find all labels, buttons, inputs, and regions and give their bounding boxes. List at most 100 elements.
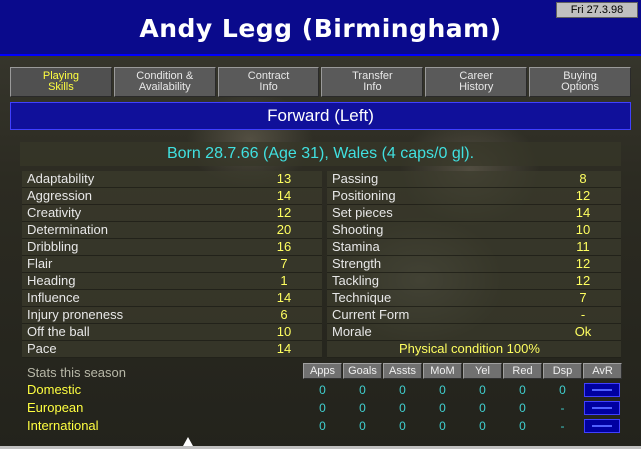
tab-bar: Playing Skills Condition & Availability … xyxy=(10,67,631,97)
stat-value: 0 xyxy=(399,419,406,433)
player-bio: Born 28.7.66 (Age 31), Wales (4 caps/0 g… xyxy=(20,142,621,166)
attribute-name: Aggression xyxy=(27,188,93,203)
stats-col-goals[interactable]: Goals xyxy=(343,363,382,379)
tab-label-line2: History xyxy=(459,81,494,93)
attribute-value: 12 xyxy=(276,205,292,220)
stat-value: 0 xyxy=(439,383,446,397)
stats-col-assists[interactable]: Assts xyxy=(383,363,422,379)
stats-row-international: International 0 0 0 0 0 0 - xyxy=(22,417,621,435)
stats-col-red[interactable]: Red xyxy=(503,363,542,379)
attribute-row: Heading 1 xyxy=(22,273,322,290)
mouse-cursor-icon xyxy=(183,437,193,446)
stats-row-european: European 0 0 0 0 0 0 - xyxy=(22,399,621,417)
stats-col-yellow[interactable]: Yel xyxy=(463,363,502,379)
attributes-left: Adaptability 13 Aggression 14 Creativity 12… xyxy=(22,171,322,358)
tab-label-line2: Skills xyxy=(48,81,74,93)
attribute-row: Stamina 11 xyxy=(327,239,621,256)
stat-value: 0 xyxy=(519,401,526,415)
attribute-row: Morale Ok xyxy=(327,324,621,341)
attribute-name: Current Form xyxy=(332,307,410,322)
title-bar: Andy Legg (Birmingham) Fri 27.3.98 xyxy=(0,0,641,56)
attribute-name: Tackling xyxy=(332,273,379,288)
attribute-name: Influence xyxy=(27,290,80,305)
attribute-name: Passing xyxy=(332,171,379,186)
attribute-name: Shooting xyxy=(332,222,384,237)
attribute-value: 8 xyxy=(579,171,587,186)
attribute-name: Determination xyxy=(27,222,108,237)
attribute-name: Positioning xyxy=(332,188,396,203)
tab-career-history[interactable]: Career History xyxy=(425,67,528,97)
tab-label-line2: Info xyxy=(363,81,382,93)
attribute-row: Set pieces 14 xyxy=(327,205,621,222)
stat-cells: 0 0 0 0 0 0 0 xyxy=(303,381,622,399)
attribute-value: 14 xyxy=(276,341,292,356)
attribute-row: Off the ball 10 xyxy=(22,324,322,341)
tab-label-line2: Info xyxy=(259,81,278,93)
attribute-name: Heading xyxy=(27,273,76,288)
attribute-value: 7 xyxy=(579,290,587,305)
stat-value: 0 xyxy=(479,401,486,415)
stat-value: 0 xyxy=(559,383,566,397)
stat-value: 0 xyxy=(319,419,326,433)
stats-column-headers: Apps Goals Assts MoM Yel Red Dsp AvR xyxy=(303,363,622,379)
physical-condition-row: Physical condition 100% xyxy=(327,341,621,358)
avr-button[interactable] xyxy=(584,383,620,397)
stats-col-dsp[interactable]: Dsp xyxy=(543,363,582,379)
tab-contract-info[interactable]: Contract Info xyxy=(217,67,320,97)
attribute-row: Flair 7 xyxy=(22,256,322,273)
attribute-value: 7 xyxy=(280,256,288,271)
attribute-value: 13 xyxy=(276,171,292,186)
attribute-row: Dribbling 16 xyxy=(22,239,322,256)
attribute-value: 14 xyxy=(276,290,292,305)
attribute-name: Off the ball xyxy=(27,324,90,339)
attribute-value: 14 xyxy=(575,205,591,220)
stats-col-apps[interactable]: Apps xyxy=(303,363,342,379)
tab-buying-options[interactable]: Buying Options xyxy=(529,67,631,97)
attribute-row: Creativity 12 xyxy=(22,205,322,222)
avr-button[interactable] xyxy=(584,419,620,433)
stat-value: 0 xyxy=(359,383,366,397)
attribute-row: Positioning 12 xyxy=(327,188,621,205)
stat-value: 0 xyxy=(439,401,446,415)
date-display[interactable]: Fri 27.3.98 xyxy=(556,2,638,18)
stat-value: 0 xyxy=(359,419,366,433)
attribute-row: Shooting 10 xyxy=(327,222,621,239)
tab-playing-skills[interactable]: Playing Skills xyxy=(10,67,112,97)
attribute-value: 12 xyxy=(575,273,591,288)
position-bar: Forward (Left) xyxy=(10,102,631,130)
attribute-value: 20 xyxy=(276,222,292,237)
tab-transfer-info[interactable]: Transfer Info xyxy=(321,67,424,97)
attribute-row: Determination 20 xyxy=(22,222,322,239)
attribute-name: Strength xyxy=(332,256,382,271)
stat-value: 0 xyxy=(479,383,486,397)
attribute-row: Passing 8 xyxy=(327,171,621,188)
stats-col-mom[interactable]: MoM xyxy=(423,363,462,379)
tab-label-line2: Options xyxy=(561,81,600,93)
stat-value: 0 xyxy=(359,401,366,415)
attribute-value: 16 xyxy=(276,239,292,254)
attribute-row: Technique 7 xyxy=(327,290,621,307)
tab-condition-availability[interactable]: Condition & Availability xyxy=(113,67,216,97)
attribute-row: Aggression 14 xyxy=(22,188,322,205)
attribute-row: Strength 12 xyxy=(327,256,621,273)
avr-button[interactable] xyxy=(584,401,620,415)
stat-value: 0 xyxy=(439,419,446,433)
attribute-value: 10 xyxy=(276,324,292,339)
competition-label: Domestic xyxy=(27,382,82,397)
attribute-name: Stamina xyxy=(332,239,380,254)
stat-value: 0 xyxy=(399,401,406,415)
attribute-name: Adaptability xyxy=(27,171,95,186)
stat-cells: 0 0 0 0 0 0 - xyxy=(303,399,622,417)
player-title: Andy Legg (Birmingham) xyxy=(139,14,502,43)
attribute-value: 14 xyxy=(276,188,292,203)
attribute-name: Creativity xyxy=(27,205,82,220)
stat-value: 0 xyxy=(319,401,326,415)
stat-value: 0 xyxy=(479,419,486,433)
attribute-row: Tackling 12 xyxy=(327,273,621,290)
attribute-value: 1 xyxy=(280,273,288,288)
stats-col-avr[interactable]: AvR xyxy=(583,363,622,379)
season-stats: Stats this season Apps Goals Assts MoM Y… xyxy=(22,363,622,435)
attribute-name: Injury proneness xyxy=(27,307,124,322)
attribute-value: 10 xyxy=(575,222,591,237)
attribute-row: Influence 14 xyxy=(22,290,322,307)
